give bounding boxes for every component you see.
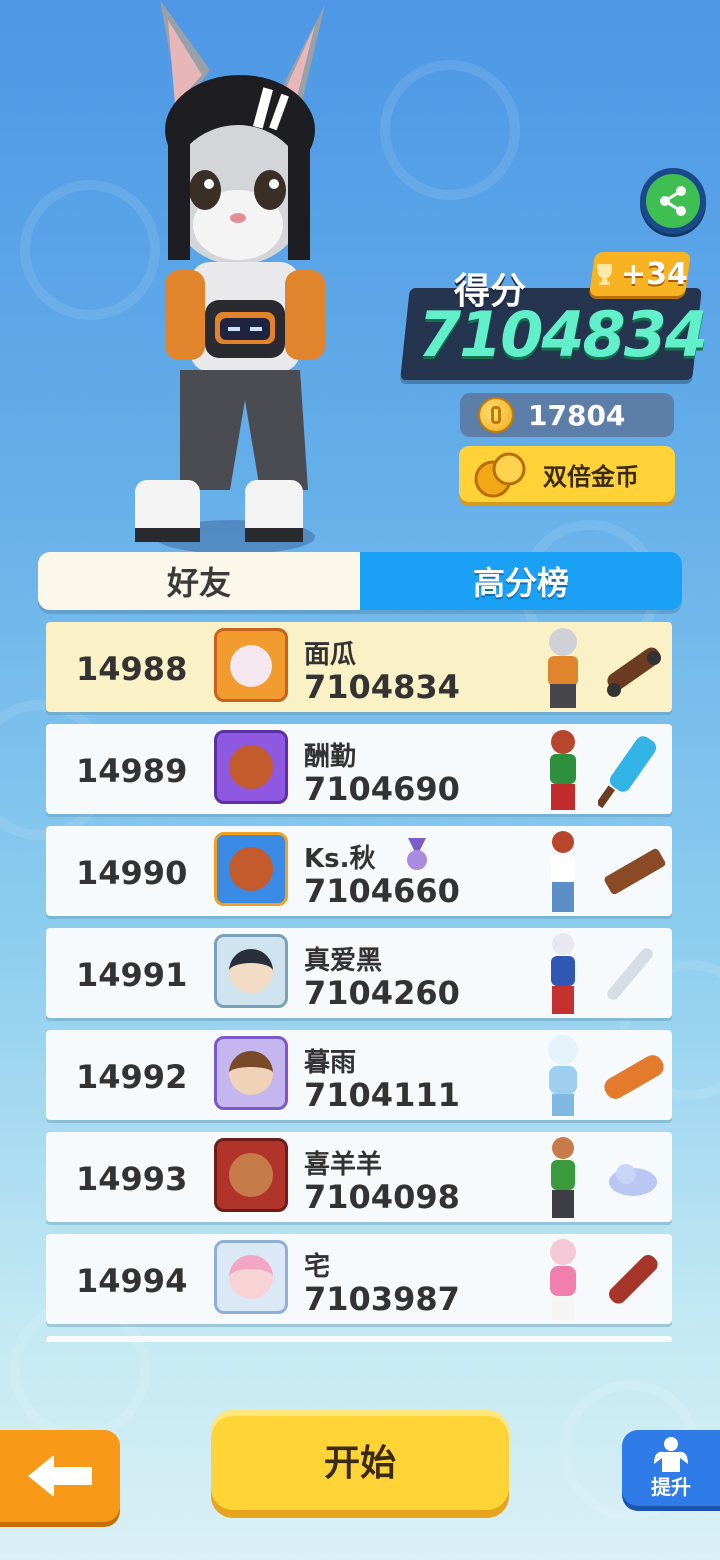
back-button[interactable] <box>0 1430 120 1522</box>
coin-count: 17804 <box>528 398 626 432</box>
rocket-board-icon <box>607 948 653 1000</box>
leaderboard-list[interactable]: 14988 面瓜 7104834 14989 酬勤 7104690 14990 … <box>46 622 674 1342</box>
row-rank: 14988 <box>76 650 188 688</box>
tab-high-scores[interactable]: 高分榜 <box>360 552 682 610</box>
leaderboard-row[interactable]: 14994 宅 7103987 <box>46 1234 672 1324</box>
player-score: 7103987 <box>304 1280 460 1318</box>
player-score: 7104260 <box>304 974 460 1012</box>
player-character-icon <box>550 730 576 810</box>
upgrade-button[interactable]: 提升 <box>622 1430 720 1506</box>
trophy-delta: +34 <box>621 256 688 292</box>
start-label: 开始 <box>323 1443 396 1484</box>
player-name: 宅 <box>304 1252 331 1282</box>
leaderboard-row-partial[interactable] <box>46 1336 672 1342</box>
player-score: 7104690 <box>304 770 460 808</box>
player-score: 7104660 <box>304 872 460 910</box>
leaderboard-row[interactable]: 14990 Ks.秋 7104660 <box>46 826 672 916</box>
player-avatar <box>214 730 288 804</box>
player-character-icon <box>548 1035 578 1116</box>
start-button[interactable]: 开始 <box>211 1410 509 1510</box>
row-rank: 14993 <box>76 1160 188 1198</box>
row-rank: 14994 <box>76 1262 188 1300</box>
medal-icon <box>407 838 427 870</box>
board-icon <box>609 1255 658 1304</box>
player-name: 喜羊羊 <box>304 1150 383 1180</box>
player-name: 暮雨 <box>304 1048 357 1078</box>
board-icon <box>604 1055 664 1099</box>
player-character-icon <box>551 933 575 1014</box>
leaderboard-row[interactable]: 14989 酬勤 7104690 <box>46 724 672 814</box>
row-rank: 14992 <box>76 1058 188 1096</box>
leaderboard-row[interactable]: 14993 喜羊羊 7104098 <box>46 1132 672 1222</box>
player-name: Ks.秋 <box>304 844 376 874</box>
coin-icon <box>478 397 514 433</box>
leaderboard-tabs: 好友 高分榜 <box>38 552 682 610</box>
score-value: 7104834 <box>418 298 708 371</box>
player-score: 7104098 <box>304 1178 460 1216</box>
firework-board-icon <box>598 736 657 808</box>
leaderboard-row[interactable]: 14991 真爱黑 7104260 <box>46 928 672 1018</box>
double-coins-label: 双倍金币 <box>543 462 639 491</box>
cloud-board-icon <box>609 1164 657 1196</box>
player-avatar <box>214 1036 288 1110</box>
player-character <box>135 0 325 542</box>
coin-counter: 17804 <box>460 393 674 437</box>
player-name: 面瓜 <box>304 640 357 670</box>
leaderboard-row[interactable]: 14992 暮雨 7104111 <box>46 1030 672 1120</box>
carpet-board-icon <box>604 848 666 895</box>
muscle-icon <box>654 1437 688 1472</box>
share-button[interactable] <box>640 168 706 234</box>
row-rank: 14990 <box>76 854 188 892</box>
player-score: 7104111 <box>304 1076 460 1114</box>
player-name: 真爱黑 <box>304 946 383 976</box>
share-icon <box>646 174 700 228</box>
player-name: 酬勤 <box>304 742 357 772</box>
player-character-icon <box>551 1137 575 1218</box>
player-avatar <box>214 1138 288 1212</box>
row-rank: 14991 <box>76 956 188 994</box>
player-character-icon <box>551 831 575 912</box>
hoverboard-icon <box>607 647 661 697</box>
tab-friends[interactable]: 好友 <box>38 552 360 610</box>
trophy-badge: +34 <box>588 252 692 296</box>
player-score: 7104834 <box>304 668 460 706</box>
double-coins-button[interactable]: 双倍金币 <box>459 446 675 502</box>
player-character-icon <box>550 1239 576 1320</box>
player-character-icon <box>548 628 578 708</box>
coin-stack-icon <box>474 452 526 498</box>
player-avatar <box>214 628 288 702</box>
upgrade-label: 提升 <box>651 1475 691 1499</box>
row-rank: 14989 <box>76 752 188 790</box>
player-avatar <box>214 832 288 906</box>
player-avatar <box>214 934 288 1008</box>
trophy-icon <box>597 264 612 285</box>
leaderboard-row-me[interactable]: 14988 面瓜 7104834 <box>46 622 672 712</box>
player-avatar <box>214 1240 288 1314</box>
arrow-left-icon <box>28 1455 92 1497</box>
